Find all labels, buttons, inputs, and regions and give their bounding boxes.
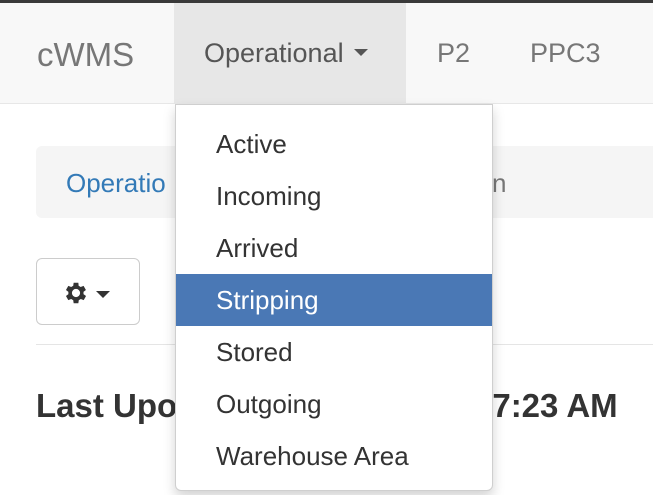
top-navbar: cWMS Operational P2 PPC3 [0, 0, 653, 104]
brand-logo[interactable]: cWMS [37, 35, 134, 75]
gear-icon [65, 282, 87, 304]
chevron-down-icon [96, 291, 110, 298]
nav-item-p2[interactable]: P2 [437, 3, 470, 104]
menu-item-arrived[interactable]: Arrived [176, 222, 492, 274]
menu-item-active[interactable]: Active [176, 118, 492, 170]
menu-item-incoming[interactable]: Incoming [176, 170, 492, 222]
menu-item-outgoing[interactable]: Outgoing [176, 378, 492, 430]
chevron-down-icon [353, 49, 368, 57]
menu-item-stripping[interactable]: Stripping [176, 274, 492, 326]
menu-item-warehouse-area[interactable]: Warehouse Area [176, 430, 492, 482]
breadcrumb-current: n [492, 168, 507, 198]
menu-item-stored[interactable]: Stored [176, 326, 492, 378]
nav-item-operational[interactable]: Operational [174, 3, 406, 104]
settings-dropdown-button[interactable] [36, 258, 140, 325]
nav-item-label: Operational [204, 38, 344, 68]
operational-dropdown-menu: Active Incoming Arrived Stripping Stored… [175, 104, 493, 491]
last-updated-heading: Last Upo [36, 387, 178, 424]
nav-item-ppc3[interactable]: PPC3 [530, 3, 601, 104]
breadcrumb-link[interactable]: Operatio [66, 166, 166, 200]
